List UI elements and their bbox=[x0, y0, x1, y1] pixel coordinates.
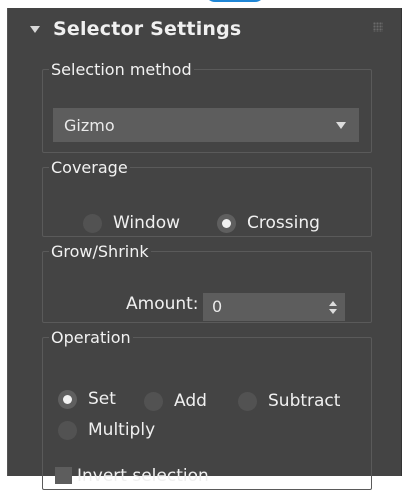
amount-label: Amount: bbox=[126, 294, 199, 314]
rollout-header[interactable]: Selector Settings bbox=[8, 8, 401, 54]
coverage-window-label: Window bbox=[113, 213, 181, 233]
coverage-group: Coverage Window Crossing bbox=[42, 158, 372, 237]
radio-dot-icon bbox=[144, 392, 163, 411]
operation-multiply-label: Multiply bbox=[88, 420, 156, 440]
chevron-down-icon bbox=[336, 122, 346, 129]
selection-method-dropdown[interactable]: Gizmo bbox=[53, 108, 359, 142]
radio-dot-selected-icon bbox=[217, 214, 236, 233]
selection-method-legend: Selection method bbox=[51, 60, 192, 79]
radio-dot-selected-icon bbox=[58, 390, 77, 409]
radio-dot-icon bbox=[238, 392, 257, 411]
grow-shrink-group: Grow/Shrink Amount: 0 bbox=[42, 242, 372, 323]
grow-shrink-legend: Grow/Shrink bbox=[51, 242, 149, 261]
amount-value: 0 bbox=[212, 297, 223, 316]
coverage-crossing-label: Crossing bbox=[247, 213, 320, 233]
operation-add-label: Add bbox=[174, 391, 207, 411]
collapse-arrow-icon[interactable] bbox=[30, 26, 40, 33]
radio-dot-icon bbox=[83, 214, 102, 233]
selector-settings-panel: Selector Settings Selection method Gizmo… bbox=[7, 8, 402, 490]
drag-grip-icon[interactable] bbox=[373, 22, 383, 32]
amount-spinner[interactable]: 0 bbox=[203, 293, 345, 321]
selection-method-value: Gizmo bbox=[64, 116, 115, 135]
radio-dot-icon bbox=[58, 421, 77, 440]
tab-accent bbox=[205, 0, 265, 2]
invert-selection-label: Invert selection bbox=[77, 466, 209, 486]
selection-method-group: Selection method Gizmo bbox=[42, 60, 372, 153]
window-top-strip bbox=[0, 0, 414, 6]
operation-set-label: Set bbox=[88, 389, 116, 409]
operation-legend: Operation bbox=[51, 328, 131, 347]
spinner-down-icon[interactable] bbox=[329, 309, 337, 314]
spinner-up-icon[interactable] bbox=[329, 301, 337, 306]
rollout-title: Selector Settings bbox=[53, 18, 242, 40]
operation-group: Operation Set Add Subtract Multiply Inve… bbox=[42, 328, 372, 490]
operation-subtract-label: Subtract bbox=[268, 391, 341, 411]
coverage-legend: Coverage bbox=[51, 158, 128, 177]
